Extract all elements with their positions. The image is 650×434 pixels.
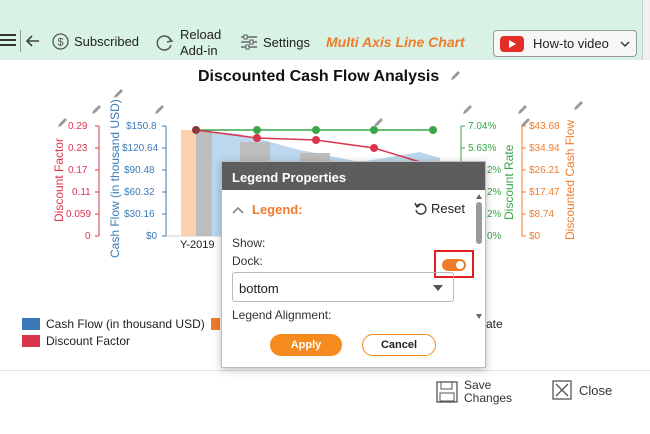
- tick-cf-4: $30.16: [124, 209, 155, 220]
- legend-section-toggle[interactable]: Legend:: [232, 202, 303, 217]
- legend-item-cash-flow[interactable]: Cash Flow (in thousand USD): [22, 317, 220, 331]
- bar-discounted-cash-flow: [181, 130, 196, 236]
- edit-dcf-axis-pencil-icon[interactable]: [519, 117, 531, 129]
- legend-swatch-discount-factor: [22, 335, 40, 347]
- tick-dr-1: 5.63%: [468, 143, 497, 154]
- edit-dr-axis-pencil-icon[interactable]: [461, 104, 473, 116]
- chevron-up-icon: [232, 206, 244, 214]
- legend-properties-panel: Legend Properties Legend: Reset Show: Do…: [221, 161, 486, 368]
- save-changes-button[interactable]: Save Changes: [436, 379, 512, 405]
- show-toggle[interactable]: [442, 259, 466, 271]
- bar-cash-flow: [196, 130, 212, 236]
- axis-title-cash-flow[interactable]: Cash Flow (in thousand USD): [108, 99, 122, 258]
- close-icon: [552, 380, 572, 400]
- close-button[interactable]: Close: [552, 380, 612, 400]
- legend-swatch-cash-flow: [22, 318, 40, 330]
- dock-label: Dock:: [232, 254, 263, 268]
- save-disk-icon: [436, 381, 458, 403]
- tick-cf-1: $120.64: [122, 143, 159, 154]
- close-label: Close: [579, 382, 613, 398]
- tick-dcf-5: $0: [529, 231, 541, 242]
- edit-df-axis-pencil-icon[interactable]: [56, 117, 68, 129]
- panel-scrollbar[interactable]: [476, 194, 482, 349]
- tick-dcf-3: $17.47: [529, 187, 560, 198]
- tick-dcf-1: $34.94: [529, 143, 560, 154]
- reset-label: Reset: [431, 201, 465, 216]
- tick-dr-4: 2%: [487, 209, 502, 220]
- tick-dr-3: 2%: [487, 187, 502, 198]
- tick-cf-2: $90.48: [124, 165, 155, 176]
- legend-section-label: Legend:: [252, 202, 303, 217]
- panel-body: Legend: Reset Show: Dock: bottom Legend …: [222, 190, 485, 369]
- edit-cf-axis-pencil-icon[interactable]: [153, 104, 165, 116]
- tick-df-3: 0.11: [72, 187, 91, 198]
- tick-df-0: 0.29: [68, 121, 88, 132]
- scroll-up-icon[interactable]: [476, 194, 482, 199]
- axis-title-discount-rate[interactable]: Discount Rate: [502, 145, 516, 220]
- reset-button[interactable]: Reset: [414, 201, 465, 216]
- x-tick-y2019: Y-2019: [180, 239, 215, 251]
- show-label: Show:: [232, 236, 266, 250]
- tick-cf-5: $0: [146, 231, 158, 242]
- edit-cf-title-pencil-icon[interactable]: [112, 88, 124, 100]
- tick-df-2: 0.17: [68, 165, 88, 176]
- tick-dcf-4: $8.74: [529, 209, 555, 220]
- panel-scrollbar-thumb[interactable]: [476, 202, 482, 244]
- legend-alignment-label: Legend Alignment:: [232, 308, 332, 322]
- legend-label-discount-factor: Discount Factor: [46, 334, 131, 348]
- app-root: $ Subscribed Reload Add-in Settings Mult…: [0, 0, 650, 434]
- legend-label-cash-flow: Cash Flow (in thousand USD): [46, 317, 205, 331]
- legend-item-partial[interactable]: ate: [486, 317, 503, 331]
- legend-swatch-dcf-partial: [210, 318, 220, 330]
- edit-series-pencil-icon[interactable]: [372, 117, 384, 129]
- tick-cf-0: $150.8: [126, 121, 157, 132]
- tick-dr-0: 7.04%: [468, 121, 497, 132]
- tick-cf-3: $60.32: [124, 187, 155, 198]
- tick-df-1: 0.23: [68, 143, 88, 154]
- cancel-button[interactable]: Cancel: [362, 334, 436, 356]
- edit-dr-title-pencil-icon[interactable]: [516, 104, 528, 116]
- tick-dr-2: 2%: [487, 165, 502, 176]
- tick-df-4: 0.059: [66, 209, 92, 220]
- edit-df-title-pencil-icon[interactable]: [90, 104, 102, 116]
- dock-value: bottom: [239, 281, 279, 296]
- axis-title-discount-factor[interactable]: Discount Factor: [52, 138, 66, 222]
- panel-title: Legend Properties: [222, 162, 485, 190]
- axis-title-discounted-cash-flow[interactable]: Discounted Cash Flow: [563, 120, 577, 240]
- legend-item-discount-factor[interactable]: Discount Factor: [22, 334, 130, 348]
- apply-button[interactable]: Apply: [270, 334, 342, 356]
- legend-label-partial: ate: [486, 317, 503, 331]
- edit-dcf-title-pencil-icon[interactable]: [572, 100, 584, 112]
- scroll-down-icon[interactable]: [476, 314, 482, 319]
- tick-df-5: 0: [85, 231, 91, 242]
- save-label-2: Changes: [464, 391, 513, 405]
- tick-dcf-2: $26.21: [529, 165, 560, 176]
- footer-divider: [0, 370, 650, 371]
- dock-select[interactable]: bottom: [232, 272, 454, 302]
- tick-dcf-0: $43.68: [529, 121, 560, 132]
- reset-icon: [414, 202, 427, 215]
- tick-dr-5: 0%: [487, 231, 502, 242]
